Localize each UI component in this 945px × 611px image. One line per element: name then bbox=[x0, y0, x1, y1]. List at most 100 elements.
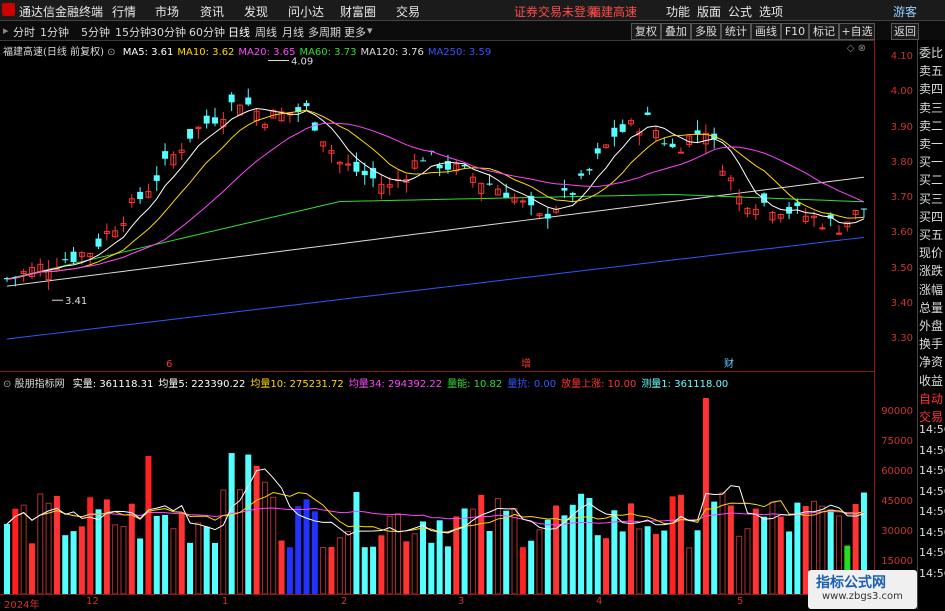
tick-time: 14:56 bbox=[919, 505, 945, 518]
candle-body bbox=[561, 188, 568, 191]
menu-layout[interactable]: 版面 bbox=[697, 3, 721, 20]
volume-bar bbox=[37, 493, 44, 595]
volume-bar bbox=[644, 526, 651, 594]
tick-time: 14:56 bbox=[919, 443, 945, 457]
ma-legend-item: MA5: 3.61 bbox=[122, 47, 174, 58]
period-timeshare[interactable]: 分时 bbox=[13, 24, 35, 40]
candlestick-chart[interactable]: 4.09 3.41 6 增 财 bbox=[0, 40, 874, 371]
period-15min[interactable]: 15分钟 bbox=[115, 24, 151, 40]
volume-bar bbox=[511, 508, 518, 595]
menu-formula[interactable]: 公式 bbox=[728, 3, 752, 20]
price-tick: 3.50 bbox=[890, 262, 913, 274]
multi-stock-button[interactable]: 多股 bbox=[691, 23, 721, 40]
candle-body bbox=[503, 192, 510, 198]
mark-button[interactable]: 标记 bbox=[809, 23, 839, 40]
menu-news[interactable]: 资讯 bbox=[200, 3, 224, 20]
time-label: 5 bbox=[737, 596, 744, 607]
tick-time: 14:56 bbox=[919, 484, 945, 498]
volume-bar bbox=[120, 526, 127, 595]
volume-tick: 90000 bbox=[881, 406, 913, 417]
price-chart-panel[interactable]: 4.09 3.41 6 增 财 福建高速(日线 前复权) ⊙ MA5: 3.61 MA10… bbox=[0, 40, 874, 371]
volume-bar bbox=[611, 510, 618, 594]
menu-discover[interactable]: 发现 bbox=[244, 3, 268, 20]
period-1min[interactable]: 1分钟 bbox=[40, 24, 69, 40]
stats-button[interactable]: 统计 bbox=[721, 23, 751, 40]
period-30min[interactable]: 30分钟 bbox=[150, 24, 186, 40]
tick-time: 14:56 bbox=[919, 566, 945, 580]
candle-body bbox=[303, 103, 310, 107]
indicator-toggle-icon[interactable]: ⊙ bbox=[3, 379, 11, 390]
menu-market[interactable]: 市场 bbox=[155, 3, 179, 20]
add-watchlist-button[interactable]: +自选 bbox=[839, 23, 875, 40]
event-marker[interactable]: 6 bbox=[166, 359, 172, 370]
period-daily[interactable]: 日线 bbox=[228, 24, 250, 40]
volume-bar bbox=[777, 516, 784, 594]
menu-function[interactable]: 功能 bbox=[666, 3, 690, 20]
draw-line-button[interactable]: 画线 bbox=[751, 23, 781, 40]
quote-label: 卖四 bbox=[919, 82, 944, 97]
more-dropdown-icon[interactable]: ▾ bbox=[367, 24, 373, 37]
price-legend: 福建高速(日线 前复权) ⊙ MA5: 3.61 MA10: 3.62 MA20: … bbox=[3, 43, 491, 58]
login-warning[interactable]: 证券交易未登录 bbox=[514, 3, 598, 20]
volume-bar bbox=[636, 528, 643, 595]
volume-bar bbox=[20, 504, 27, 595]
volume-bar bbox=[669, 496, 676, 594]
volume-tick: 30000 bbox=[881, 526, 913, 537]
menu-wealth[interactable]: 财富圈 bbox=[340, 3, 376, 20]
period-monthly[interactable]: 月线 bbox=[282, 24, 304, 40]
quote-label: 涨幅 bbox=[919, 282, 944, 297]
menu-quotes[interactable]: 行情 bbox=[112, 3, 136, 20]
volume-bar bbox=[4, 523, 10, 594]
volume-bar bbox=[536, 529, 543, 595]
volume-bar bbox=[578, 493, 585, 594]
guest-label[interactable]: 游客 bbox=[893, 3, 917, 20]
menu-trade[interactable]: 交易 bbox=[396, 3, 420, 20]
quote-label: 买三 bbox=[919, 191, 944, 206]
volume-bar bbox=[378, 535, 385, 594]
volume-chart[interactable] bbox=[0, 372, 874, 595]
overlay-button[interactable]: 叠加 bbox=[661, 23, 691, 40]
volume-bar bbox=[112, 524, 119, 595]
period-5min[interactable]: 5分钟 bbox=[81, 24, 110, 40]
volume-bar bbox=[295, 506, 302, 594]
volume-bar bbox=[370, 546, 377, 594]
menu-ask[interactable]: 问小达 bbox=[288, 3, 324, 20]
volume-chart-panel[interactable]: ⊙ 股朋指标网 实量: 361118.31 均量5: 223390.22 均量10:… bbox=[0, 372, 874, 595]
volume-legend-item: 均量34: 294392.22 bbox=[348, 379, 443, 390]
quote-panel[interactable]: 委比 卖五 卖四 卖三 卖二 卖一 买一 买二 买三 买四 买五 现价 涨跌 涨幅 总量 外盘 换手 净资 收益 自动… bbox=[917, 40, 945, 609]
app-title: 通达信金融终端 bbox=[19, 5, 104, 19]
candle-body bbox=[619, 124, 626, 132]
event-marker[interactable]: 财 bbox=[724, 357, 734, 370]
volume-bar bbox=[395, 513, 402, 595]
volume-bar bbox=[278, 540, 285, 594]
ma-legend-item: MA20: 3.65 bbox=[238, 47, 296, 58]
watermark: 指标公式网 www.zbgs3.com bbox=[808, 570, 917, 609]
candle-body bbox=[137, 191, 144, 200]
period-weekly[interactable]: 周线 bbox=[255, 24, 277, 40]
volume-bar bbox=[686, 547, 693, 595]
adjust-button[interactable]: 复权 bbox=[631, 23, 661, 40]
high-price-label: 4.09 bbox=[291, 57, 313, 68]
f10-button[interactable]: F10 bbox=[781, 23, 809, 40]
volume-bar bbox=[727, 505, 734, 594]
back-button[interactable]: 返回 bbox=[891, 23, 919, 40]
legend-toggle-icon[interactable]: ⊙ bbox=[107, 47, 115, 58]
candle-body bbox=[420, 160, 426, 162]
volume-bar bbox=[137, 538, 144, 594]
period-60min[interactable]: 60分钟 bbox=[189, 24, 225, 40]
volume-bar bbox=[45, 502, 52, 595]
time-label: 3 bbox=[458, 596, 465, 607]
price-tick: 3.30 bbox=[890, 333, 913, 344]
period-more[interactable]: 更多 bbox=[344, 24, 366, 40]
panel-settings-icon[interactable]: ◇ ⊗ bbox=[847, 43, 866, 54]
candle-body bbox=[519, 200, 526, 203]
time-label: 4 bbox=[596, 596, 603, 607]
candle-body bbox=[611, 127, 618, 137]
volume-bar bbox=[261, 481, 268, 595]
menu-options[interactable]: 选项 bbox=[759, 3, 783, 20]
event-marker[interactable]: 增 bbox=[521, 357, 531, 370]
volume-bar bbox=[212, 542, 218, 594]
volume-bar bbox=[78, 526, 85, 594]
period-multi[interactable]: 多周期 bbox=[308, 24, 341, 40]
collapse-icon[interactable]: ▸ bbox=[3, 24, 9, 37]
